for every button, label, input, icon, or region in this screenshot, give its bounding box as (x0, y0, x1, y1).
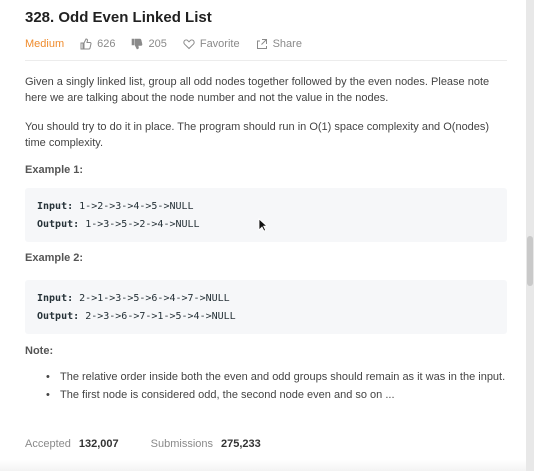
header-divider (25, 60, 507, 61)
share-label: Share (272, 38, 302, 50)
footer-shade (0, 460, 526, 471)
scrollbar-thumb[interactable] (527, 236, 533, 286)
note-item: The first node is considered odd, the se… (46, 387, 506, 403)
description-paragraph-1: Given a singly linked list, group all od… (25, 76, 490, 104)
example-1-code: Input: 1->2->3->4->5->NULL Output: 1->3-… (25, 188, 507, 242)
like-button[interactable]: 626 (80, 38, 115, 50)
submissions-count: 275,233 (221, 438, 261, 450)
like-count: 626 (97, 38, 116, 50)
dislike-button[interactable]: 205 (131, 38, 167, 50)
accepted-label: Accepted (25, 438, 71, 450)
output-label: Output: (37, 311, 80, 322)
thumbs-up-icon (80, 38, 92, 50)
note-item: The relative order inside both the even … (46, 369, 506, 385)
heart-icon (183, 39, 195, 50)
note-title: Note: (25, 345, 54, 357)
vertical-scrollbar[interactable] (526, 0, 534, 471)
problem-meta-bar: Medium 626 205 Favorite Share (25, 36, 318, 52)
example-2-code: Input: 2->1->3->5->6->4->7->NULL Output:… (25, 280, 507, 334)
input-label: Input: (37, 293, 74, 304)
favorite-label: Favorite (199, 38, 240, 50)
description-paragraph-2: You should try to do it in place. The pr… (25, 121, 490, 149)
example-2-output-line: Output: 2->3->6->7->1->5->4->NULL (37, 308, 495, 326)
example-2-output: 2->3->6->7->1->5->4->NULL (85, 311, 236, 322)
example-2-input: 2->1->3->5->6->4->7->NULL (79, 293, 230, 304)
example-1-output: 1->3->5->2->4->NULL (85, 219, 200, 230)
example-1-input-line: Input: 1->2->3->4->5->NULL (37, 198, 495, 216)
mouse-cursor-icon (258, 218, 268, 232)
example-1-title: Example 1: (25, 164, 84, 176)
share-icon (256, 39, 267, 49)
submission-stats: Accepted 132,007 Submissions 275,233 (25, 438, 293, 450)
favorite-button[interactable]: Favorite (183, 38, 240, 50)
dislike-count: 205 (148, 38, 167, 50)
thumbs-down-icon (132, 38, 143, 50)
problem-description-panel: 328. Odd Even Linked List Medium 626 205… (0, 0, 526, 471)
output-label: Output: (37, 219, 80, 230)
difficulty-badge: Medium (25, 38, 65, 50)
problem-title: 328. Odd Even Linked List (25, 9, 212, 26)
accepted-count: 132,007 (78, 438, 119, 450)
note-list: The relative order inside both the even … (46, 369, 506, 405)
share-button[interactable]: Share (256, 38, 302, 50)
example-2-input-line: Input: 2->1->3->5->6->4->7->NULL (37, 290, 495, 308)
input-label: Input: (37, 201, 74, 212)
example-1-input: 1->2->3->4->5->NULL (79, 201, 194, 212)
example-2-title: Example 2: (25, 252, 84, 264)
submissions-label: Submissions (150, 438, 213, 450)
